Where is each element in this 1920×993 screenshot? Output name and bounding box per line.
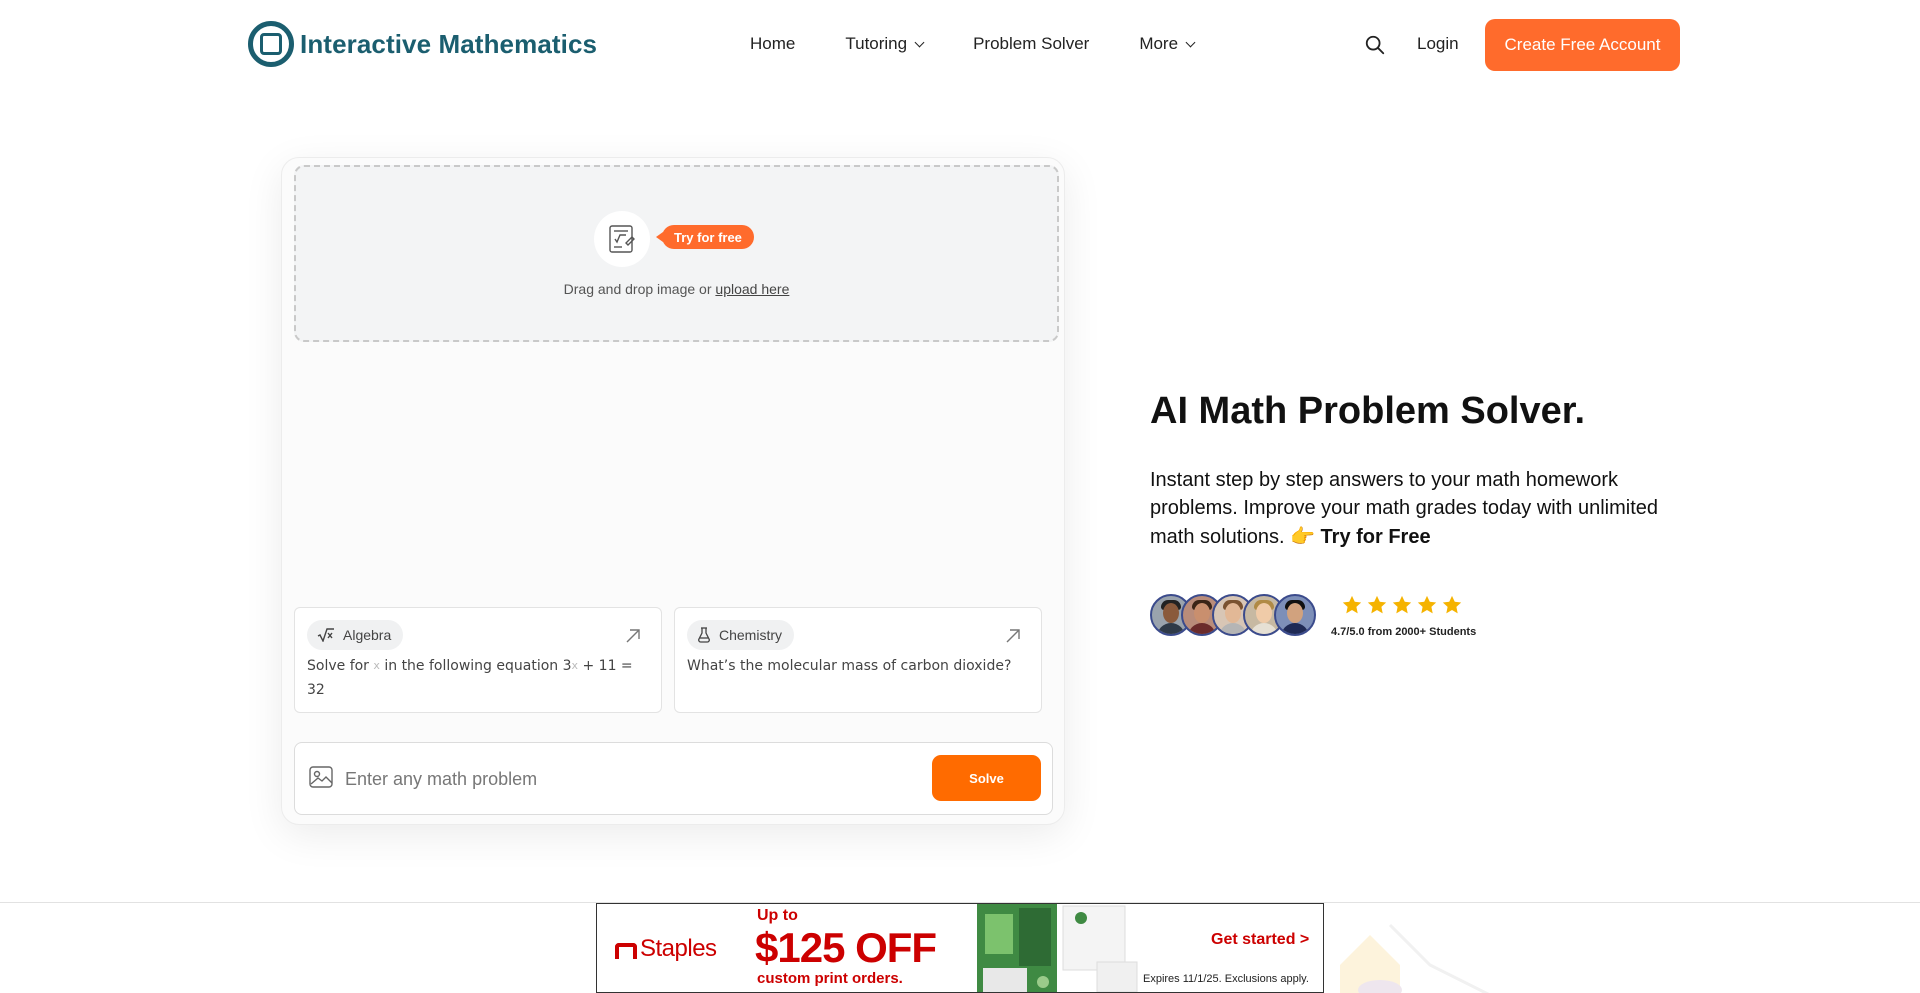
nav-tutoring[interactable]: Tutoring	[845, 34, 925, 54]
site-logo[interactable]: Interactive Mathematics	[248, 21, 597, 67]
nav-home-label: Home	[750, 34, 796, 53]
ad-expiry: Expires 11/1/25. Exclusions apply.	[1143, 973, 1309, 985]
math-sheet-icon	[594, 211, 650, 267]
create-account-button[interactable]: Create Free Account	[1485, 19, 1680, 71]
arrow-up-right-icon	[626, 629, 640, 643]
chevron-down-icon	[1185, 37, 1196, 47]
print-products-image	[977, 904, 1138, 992]
sqrt-icon	[317, 628, 335, 642]
example-text: in the following equation 3	[379, 658, 572, 674]
star-icon	[1417, 595, 1437, 614]
solver-card: Try for free Drag and drop image or uplo…	[281, 157, 1065, 825]
staples-logo-mark	[615, 943, 637, 959]
nav-tutoring-label: Tutoring	[845, 34, 908, 53]
upload-link[interactable]: upload here	[715, 281, 789, 297]
nav-more[interactable]: More	[1139, 34, 1196, 54]
ad-subtext: custom print orders.	[757, 970, 903, 987]
site-header: Interactive Mathematics Home Tutoring Pr…	[0, 0, 1920, 90]
try-for-free-link[interactable]: Try for Free	[1321, 526, 1431, 548]
example-question: Solve for x in the following equation 3x…	[307, 654, 647, 702]
decorative-illustration	[1340, 923, 1490, 993]
star-icon	[1392, 595, 1412, 614]
page-title: AI Math Problem Solver.	[1150, 390, 1585, 432]
flask-icon	[697, 627, 711, 643]
login-link[interactable]: Login	[1417, 34, 1459, 54]
try-for-free-badge: Try for free	[656, 225, 754, 249]
example-card-algebra[interactable]: Algebra Solve for x in the following equ…	[294, 607, 662, 713]
star-icon	[1367, 595, 1387, 614]
subject-tag-label: Chemistry	[719, 627, 783, 643]
logo-text: Interactive Mathematics	[300, 28, 598, 59]
example-question: What’s the molecular mass of carbon diox…	[687, 658, 1012, 674]
math-problem-input[interactable]	[345, 761, 885, 797]
example-card-chemistry[interactable]: Chemistry What’s the molecular mass of c…	[674, 607, 1042, 713]
advertisement-banner[interactable]: Staples Up to $125 OFF custom print orde…	[596, 903, 1324, 993]
dropzone-text: Drag and drop image or upload here	[296, 281, 1057, 297]
logo-icon	[248, 21, 294, 67]
nav-home[interactable]: Home	[750, 34, 795, 54]
main-nav: Home Tutoring Problem Solver More	[750, 34, 1196, 54]
arrow-up-right-icon	[1006, 629, 1020, 643]
star-icon	[1442, 595, 1462, 614]
ad-upto: Up to	[757, 907, 798, 924]
staples-logo: Staples	[615, 935, 717, 963]
rating-stars	[1341, 594, 1466, 616]
image-dropzone[interactable]: Try for free Drag and drop image or uplo…	[294, 165, 1059, 342]
subject-tag: Algebra	[307, 620, 404, 650]
dropzone-instructions: Drag and drop image or	[563, 281, 716, 297]
ad-get-started-link[interactable]: Get started >	[1211, 931, 1309, 949]
problem-input-bar: Solve	[294, 742, 1053, 815]
ad-amount: $125 OFF	[755, 924, 937, 971]
nav-problem-solver[interactable]: Problem Solver	[973, 34, 1089, 54]
student-avatars	[1150, 594, 1316, 636]
rating-text: 4.7/5.0 from 2000+ Students	[1331, 626, 1477, 638]
avatar	[1274, 594, 1316, 636]
ad-brand: Staples	[640, 935, 717, 962]
solve-button[interactable]: Solve	[932, 755, 1041, 801]
chevron-down-icon	[914, 37, 925, 47]
hero-description: Instant step by step answers to your mat…	[1150, 466, 1690, 551]
search-icon[interactable]	[1364, 34, 1386, 56]
nav-more-label: More	[1139, 34, 1179, 53]
subject-tag-label: Algebra	[343, 627, 392, 643]
subject-tag: Chemistry	[687, 620, 795, 650]
nav-problem-solver-label: Problem Solver	[973, 34, 1090, 53]
star-icon	[1342, 595, 1362, 614]
example-text: Solve for	[307, 658, 374, 674]
pointing-hand-icon: 👉	[1290, 524, 1315, 548]
image-icon[interactable]	[309, 766, 333, 788]
